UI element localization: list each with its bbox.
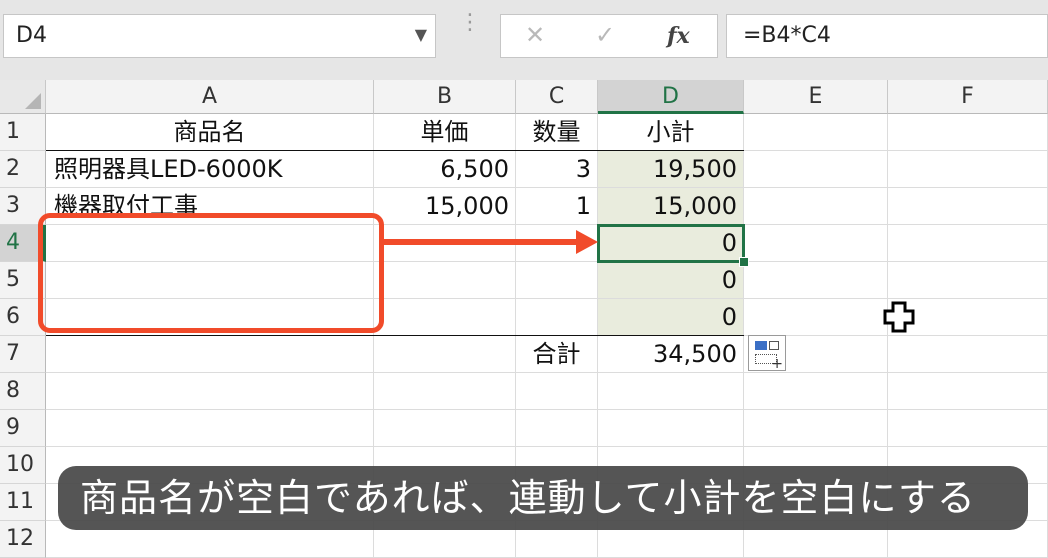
cell-f5[interactable] [888, 262, 1048, 299]
cell-d9[interactable] [598, 410, 744, 447]
row-header-11[interactable]: 11 [0, 484, 46, 521]
cell-a1[interactable]: 商品名 [46, 114, 374, 151]
row-header-2[interactable]: 2 [0, 151, 46, 188]
cell-cursor-icon [883, 301, 915, 333]
cell-b7[interactable] [374, 336, 516, 373]
arrow-line [384, 239, 580, 245]
cell-b9[interactable] [374, 410, 516, 447]
cell-c3[interactable]: 1 [516, 188, 598, 225]
cell-b8[interactable] [374, 373, 516, 410]
cell-e1[interactable] [744, 114, 888, 151]
row-header-12[interactable]: 12 [0, 521, 46, 558]
cell-e4[interactable] [744, 225, 888, 262]
name-box-value[interactable]: D4 [16, 23, 47, 48]
insert-function-icon[interactable]: fx [667, 23, 690, 49]
cell-d7[interactable]: 34,500 [598, 336, 744, 373]
cell-d1[interactable]: 小計 [598, 114, 744, 151]
cell-e5[interactable] [744, 262, 888, 299]
cell-c1[interactable]: 数量 [516, 114, 598, 151]
cancel-icon[interactable]: ✕ [525, 21, 545, 49]
cell-e8[interactable] [744, 373, 888, 410]
cell-c9[interactable] [516, 410, 598, 447]
column-header-f[interactable]: F [888, 80, 1048, 114]
name-box[interactable]: D4 ▼ [3, 14, 436, 58]
row-header-1[interactable]: 1 [0, 114, 46, 151]
cell-b6[interactable] [374, 299, 516, 336]
cell-f8[interactable] [888, 373, 1048, 410]
formula-input[interactable]: =B4*C4 [726, 14, 1048, 58]
total-border [46, 335, 744, 336]
row-header-10[interactable]: 10 [0, 447, 46, 484]
arrow-head-icon [576, 230, 598, 254]
cell-b2[interactable]: 6,500 [374, 151, 516, 188]
enter-icon[interactable]: ✓ [595, 21, 615, 49]
cell-f3[interactable] [888, 188, 1048, 225]
active-cell-border [597, 224, 745, 263]
quick-analysis-icon[interactable]: + [748, 335, 786, 372]
column-header-a[interactable]: A [46, 80, 374, 114]
cell-f2[interactable] [888, 151, 1048, 188]
cell-f1[interactable] [888, 114, 1048, 151]
cell-a8[interactable] [46, 373, 374, 410]
row-header-7[interactable]: 7 [0, 336, 46, 373]
cell-d8[interactable] [598, 373, 744, 410]
cell-d3[interactable]: 15,000 [598, 188, 744, 225]
name-box-dropdown-icon[interactable]: ▼ [415, 25, 427, 44]
fill-handle[interactable] [739, 257, 749, 267]
cell-e9[interactable] [744, 410, 888, 447]
cell-c8[interactable] [516, 373, 598, 410]
formula-bar: D4 ▼ ⋮ ✕ ✓ fx =B4*C4 [0, 0, 1048, 80]
caption-banner: 商品名が空白であれば、連動して小計を空白にする [58, 466, 1028, 530]
cell-d5[interactable]: 0 [598, 262, 744, 299]
select-all-button[interactable] [0, 80, 46, 114]
formula-buttons: ✕ ✓ fx [500, 14, 718, 58]
cell-b5[interactable] [374, 262, 516, 299]
column-header-e[interactable]: E [744, 80, 888, 114]
row-header-8[interactable]: 8 [0, 373, 46, 410]
cell-d2[interactable]: 19,500 [598, 151, 744, 188]
cell-a9[interactable] [46, 410, 374, 447]
formula-value[interactable]: =B4*C4 [743, 23, 831, 48]
cell-c2[interactable]: 3 [516, 151, 598, 188]
cell-e2[interactable] [744, 151, 888, 188]
cell-c7[interactable]: 合計 [516, 336, 598, 373]
cell-b1[interactable]: 単価 [374, 114, 516, 151]
cell-a7[interactable] [46, 336, 374, 373]
highlight-box [38, 213, 384, 333]
cell-e3[interactable] [744, 188, 888, 225]
column-header-c[interactable]: C [516, 80, 598, 114]
row-header-9[interactable]: 9 [0, 410, 46, 447]
header-border [46, 150, 744, 151]
cell-a2[interactable]: 照明器具LED-6000K [46, 151, 374, 188]
column-header-b[interactable]: B [374, 80, 516, 114]
column-header-d[interactable]: D [598, 80, 744, 114]
cell-c6[interactable] [516, 299, 598, 336]
cell-b3[interactable]: 15,000 [374, 188, 516, 225]
formula-bar-separator-icon[interactable]: ⋮ [459, 12, 481, 56]
cell-c5[interactable] [516, 262, 598, 299]
cell-f7[interactable] [888, 336, 1048, 373]
cell-f4[interactable] [888, 225, 1048, 262]
cell-d6[interactable]: 0 [598, 299, 744, 336]
cell-f9[interactable] [888, 410, 1048, 447]
cell-e6[interactable] [744, 299, 888, 336]
